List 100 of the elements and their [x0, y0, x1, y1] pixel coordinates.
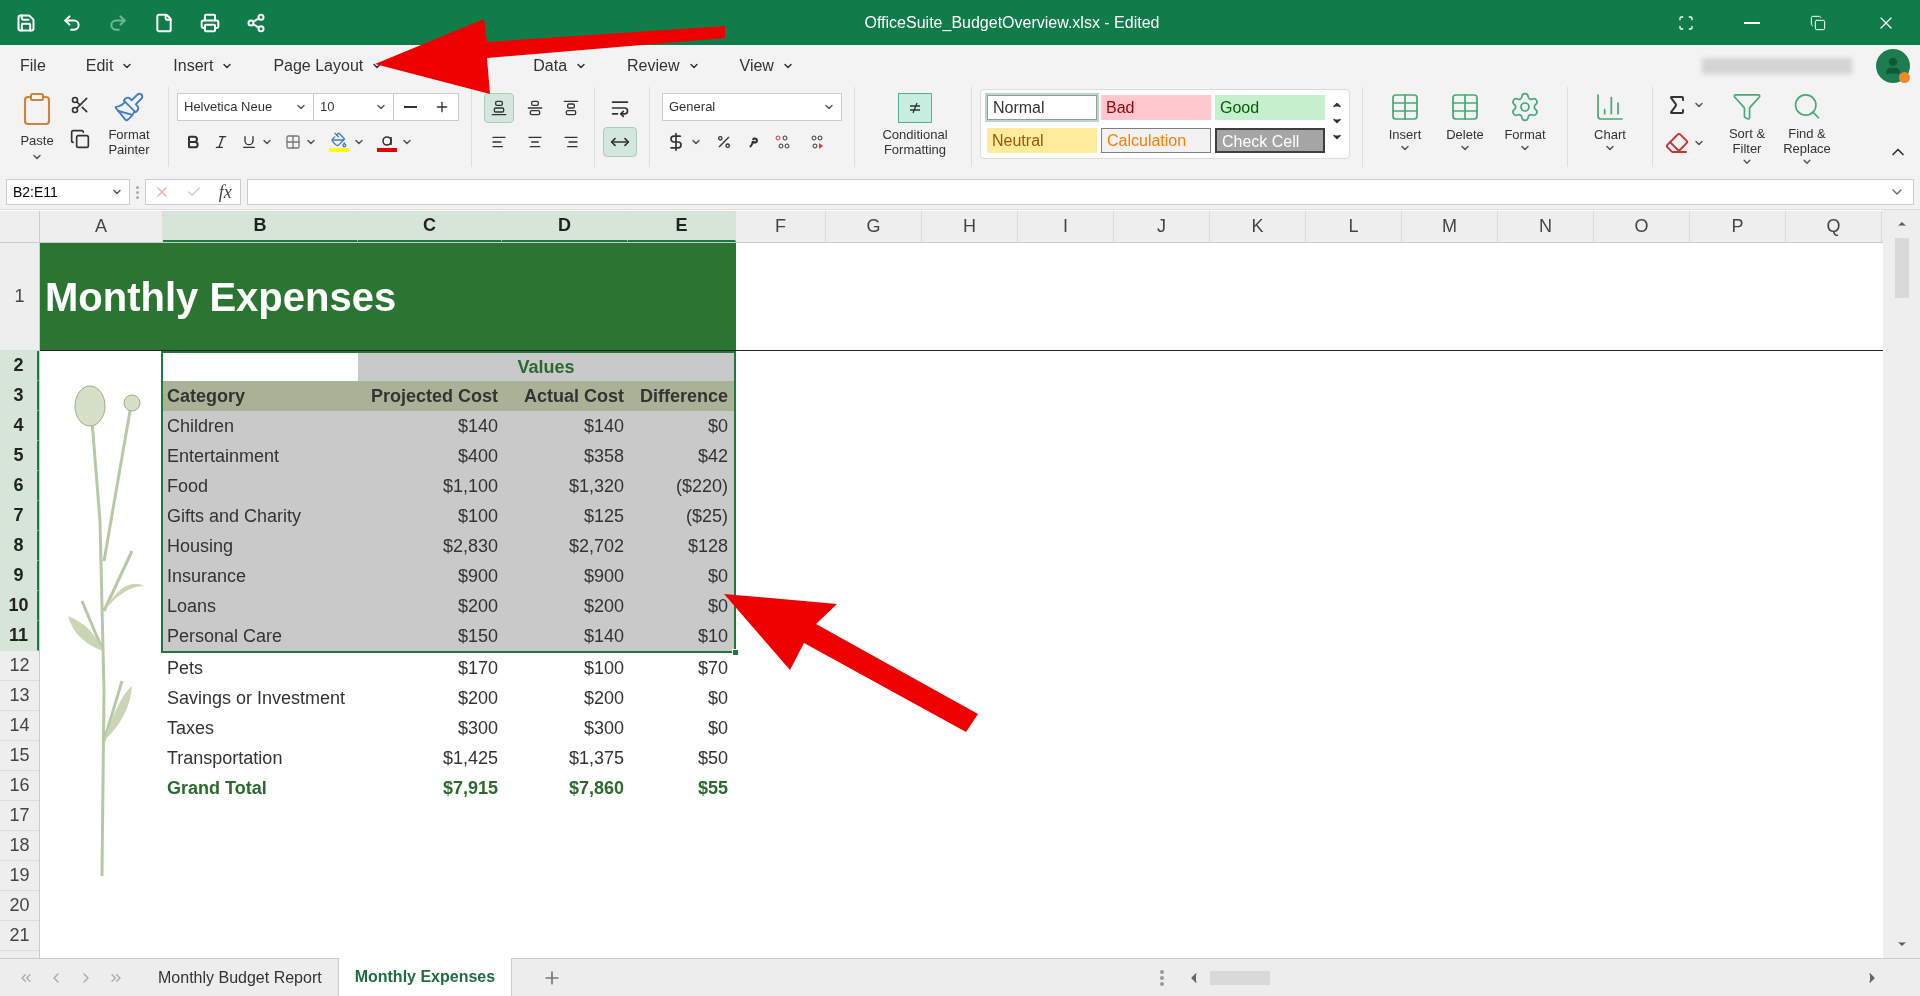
function-label[interactable]: fx [218, 178, 232, 206]
italic-button[interactable] [213, 134, 229, 150]
column-heading-cell-text: Actual Cost [523, 384, 625, 408]
row-header[interactable]: 18 [0, 831, 39, 861]
cell-style-swatch[interactable]: Good [1215, 95, 1325, 120]
row-header[interactable]: 6 [0, 471, 39, 501]
total-cell-text: $7,860 [567, 776, 625, 800]
fill-handle[interactable] [732, 649, 739, 656]
wrap-text-icon [610, 98, 630, 118]
row-header[interactable]: 3 [0, 381, 39, 411]
row-header[interactable]: 12 [0, 651, 39, 681]
menu-item[interactable]: Page Layout [273, 57, 384, 75]
row-header[interactable]: 15 [0, 741, 39, 771]
conditional-formatting-button[interactable]: Conditional Formatting [867, 87, 963, 157]
minimize-button[interactable] [1744, 21, 1760, 24]
vertical-scrollbar[interactable] [1883, 210, 1920, 958]
menu-item[interactable]: Edit [85, 57, 134, 75]
user-avatar[interactable] [1876, 49, 1910, 83]
cells-button[interactable]: Format [1495, 87, 1555, 167]
fullscreen-button[interactable] [1678, 14, 1694, 31]
menu-item[interactable]: File [20, 57, 46, 75]
name-box[interactable]: B2:E11 [6, 179, 130, 205]
column-header[interactable]: J [1114, 211, 1210, 242]
row-header[interactable]: 7 [0, 501, 39, 531]
menu-item[interactable]: Insert [173, 57, 234, 75]
column-header[interactable]: P [1690, 211, 1786, 242]
column-header[interactable]: B [163, 211, 358, 242]
increase-decimal-button[interactable] [772, 132, 792, 152]
font-size-dropdown[interactable]: 10 [314, 94, 394, 120]
vertical-align-button[interactable] [484, 93, 514, 123]
column-header[interactable]: E [628, 211, 736, 242]
fill-color-button[interactable] [329, 132, 365, 152]
horizontal-align-icon [527, 134, 543, 150]
total-cell-text: $7,915 [441, 776, 499, 800]
underline-button[interactable] [241, 134, 273, 150]
restore-button[interactable] [1810, 14, 1826, 31]
row-header[interactable]: 19 [0, 861, 39, 891]
borders-button[interactable] [285, 134, 317, 150]
sort-filter-button[interactable]: Sort & Filter [1717, 87, 1777, 167]
column-header[interactable]: L [1306, 211, 1402, 242]
row-header[interactable]: 8 [0, 531, 39, 561]
chart-button[interactable]: Chart [1580, 87, 1640, 167]
row-header[interactable]: 21 [0, 921, 39, 951]
share-button[interactable] [246, 12, 266, 33]
percent-button[interactable] [716, 134, 732, 150]
print-button[interactable] [200, 12, 220, 33]
new-document-icon [154, 12, 174, 33]
cut-button[interactable] [70, 95, 90, 115]
font-name-dropdown[interactable]: Helvetica Neue [178, 94, 314, 120]
row-header[interactable]: 11 [0, 621, 39, 651]
menu-item[interactable]: Data [533, 57, 588, 75]
column-header[interactable]: F [736, 211, 826, 242]
row-header[interactable]: 10 [0, 591, 39, 621]
column-header[interactable]: N [1498, 211, 1594, 242]
column-header[interactable]: I [1018, 211, 1114, 242]
column-header[interactable]: K [1210, 211, 1306, 242]
menu-item[interactable]: View [739, 57, 794, 75]
table-cell-text: ($220) [674, 474, 729, 498]
column-header[interactable]: G [826, 211, 922, 242]
row-header[interactable]: 17 [0, 801, 39, 831]
column-header[interactable]: H [922, 211, 1018, 242]
row-header[interactable]: 20 [0, 891, 39, 921]
font-name-value: Helvetica Neue [184, 98, 273, 117]
column-header[interactable]: O [1594, 211, 1690, 242]
row-header[interactable]: 4 [0, 411, 39, 441]
sheet-tab[interactable]: Monthly Budget Report [142, 959, 339, 996]
cells-button[interactable]: Insert [1375, 87, 1435, 167]
cells-button[interactable]: Delete [1435, 87, 1495, 167]
format-painter-button[interactable]: Format Painter [98, 87, 160, 157]
row-header[interactable]: 14 [0, 711, 39, 741]
paste-button[interactable]: Paste [12, 87, 62, 163]
print-icon [200, 12, 220, 33]
row-header[interactable]: 5 [0, 441, 39, 471]
merge-cells-button[interactable] [603, 127, 637, 157]
save-button[interactable] [16, 12, 36, 33]
cell-style-swatch[interactable]: Neutral [987, 128, 1097, 153]
sheet-tab[interactable]: Monthly Expenses [338, 958, 513, 996]
clear-button[interactable] [1665, 131, 1705, 155]
find-replace-button[interactable]: Find & Replace [1777, 87, 1837, 167]
copy-button[interactable] [70, 129, 90, 149]
formula-input[interactable] [247, 179, 1914, 205]
table-cell-text: $128 [686, 534, 729, 558]
column-header[interactable]: Q [1786, 211, 1882, 242]
new-document-button[interactable] [154, 12, 174, 33]
column-header[interactable]: D [502, 211, 628, 242]
row-header[interactable]: 9 [0, 561, 39, 591]
cell-style-swatch[interactable]: Bad [1101, 95, 1211, 120]
column-header[interactable]: M [1402, 211, 1498, 242]
cell-style-swatch[interactable]: Normal [987, 95, 1097, 120]
row-header[interactable]: 13 [0, 681, 39, 711]
table-cell-text: $170 [456, 656, 499, 680]
column-header[interactable]: C [358, 211, 502, 242]
menu-item[interactable]: Review [627, 57, 700, 75]
number-format-dropdown[interactable]: General [662, 93, 842, 121]
row-header[interactable]: 16 [0, 771, 39, 801]
row-header[interactable]: 2 [0, 351, 39, 381]
undo-button[interactable] [62, 12, 82, 33]
drag-handle-icon[interactable] [1160, 969, 1164, 986]
redo-icon [108, 12, 128, 33]
bold-button[interactable] [185, 134, 201, 150]
